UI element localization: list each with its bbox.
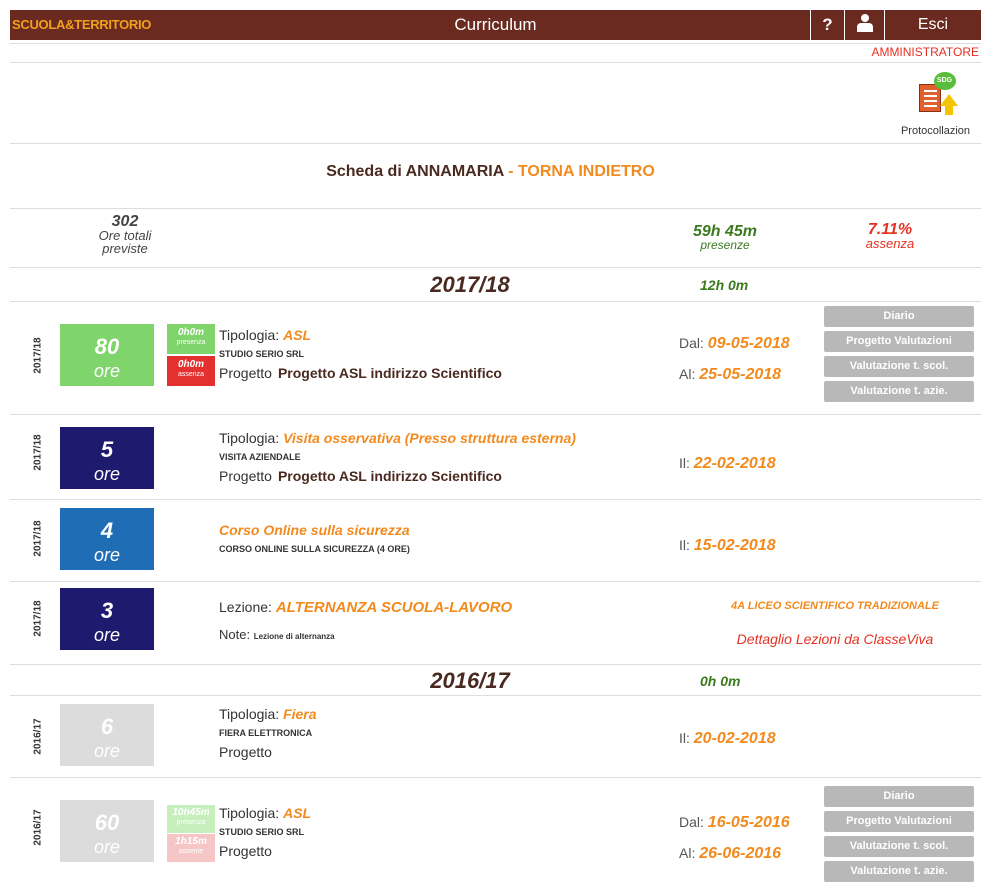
date-range: Dal: 09-05-2018 Al: 25-05-2018 bbox=[679, 335, 790, 383]
activity-info: Tipologia: ASL STUDIO SERIO SRL Progetto bbox=[219, 803, 679, 861]
user-role: AMMINISTRATORE bbox=[871, 45, 979, 59]
year-hours: 0h 0m bbox=[700, 673, 741, 689]
divider bbox=[10, 143, 981, 144]
top-bar: SCUOLA&TERRITORIO Curriculum ? Esci bbox=[10, 10, 981, 40]
lesson-name: ALTERNANZA SCUOLA-LAVORO bbox=[275, 599, 513, 616]
company-name: FIERA ELETTRONICA bbox=[219, 728, 313, 738]
activity-type: Fiera bbox=[283, 706, 317, 722]
activity-info: Tipologia: Visita osservativa (Presso st… bbox=[219, 428, 679, 486]
divider bbox=[10, 581, 981, 582]
company-tutor-evaluation-button[interactable]: Valutazione t. azie. bbox=[824, 861, 974, 882]
action-buttons: Diario Progetto Valutazioni Valutazione … bbox=[824, 306, 974, 406]
action-buttons: Diario Progetto Valutazioni Valutazione … bbox=[824, 786, 974, 886]
company-name: STUDIO SERIO SRL bbox=[219, 827, 305, 837]
page-title: Scheda di ANNAMARIA - TORNA INDIETRO bbox=[326, 163, 655, 180]
total-hours-summary: 302 Ore totali previste bbox=[98, 213, 152, 256]
course-name: Corso Online sulla sicurezza bbox=[219, 522, 410, 538]
class-name: 4A LICEO SCIENTIFICO TRADIZIONALE bbox=[731, 600, 939, 612]
lesson-note: Lezione di alternanza bbox=[253, 632, 335, 641]
divider bbox=[10, 301, 981, 302]
absence-badge: 1h15m assente bbox=[167, 834, 215, 862]
date-range: Dal: 16-05-2016 Al: 26-06-2016 bbox=[679, 814, 790, 862]
activity-date: Il: 15-02-2018 bbox=[679, 537, 776, 554]
activity-type: ASL bbox=[283, 327, 312, 343]
activity-type: ASL bbox=[283, 805, 312, 821]
company-name: STUDIO SERIO SRL bbox=[219, 349, 305, 359]
hours-box: 6 ore bbox=[60, 704, 154, 766]
divider bbox=[10, 777, 981, 778]
activity-date: Il: 20-02-2018 bbox=[679, 730, 776, 747]
presence-summary: 59h 45m presenze bbox=[692, 223, 758, 252]
back-link[interactable]: - TORNA INDIETRO bbox=[508, 163, 655, 180]
company-name: VISITA AZIENDALE bbox=[219, 452, 301, 462]
classeviva-details-link[interactable]: Dettaglio Lezioni da ClasseViva bbox=[700, 631, 970, 647]
hours-box: 60 ore bbox=[60, 800, 154, 862]
logout-button[interactable]: Esci bbox=[884, 10, 981, 40]
presence-badge: 0h0m presenza bbox=[167, 324, 215, 354]
divider bbox=[10, 43, 981, 44]
activity-info: Tipologia: ASL STUDIO SERIO SRL Progetto… bbox=[219, 325, 679, 383]
help-button[interactable]: ? bbox=[810, 10, 844, 40]
hours-box: 80 ore bbox=[60, 324, 154, 386]
divider bbox=[10, 62, 981, 63]
year-title: 2017/18 bbox=[430, 272, 510, 297]
diary-button[interactable]: Diario bbox=[824, 786, 974, 807]
year-hours: 12h 0m bbox=[700, 277, 749, 293]
project-name: Progetto ASL indirizzo Scientifico bbox=[277, 365, 502, 381]
activity-info: Lezione: ALTERNANZA SCUOLA-LAVORO Note: … bbox=[219, 599, 513, 642]
year-title: 2016/17 bbox=[430, 668, 510, 693]
divider bbox=[10, 499, 981, 500]
question-mark-icon: ? bbox=[822, 15, 833, 34]
user-profile-button[interactable] bbox=[844, 10, 884, 40]
school-tutor-evaluation-button[interactable]: Valutazione t. scol. bbox=[824, 356, 974, 377]
diary-button[interactable]: Diario bbox=[824, 306, 974, 327]
app-logo[interactable]: SCUOLA&TERRITORIO bbox=[10, 10, 151, 40]
protocol-button[interactable]: SDG Protocollazion bbox=[890, 72, 981, 137]
divider bbox=[10, 664, 981, 665]
company-tutor-evaluation-button[interactable]: Valutazione t. azie. bbox=[824, 381, 974, 402]
user-icon bbox=[856, 13, 874, 32]
course-description: CORSO ONLINE SULLA SICUREZZA (4 ORE) bbox=[219, 544, 410, 554]
presence-badge: 10h45m presenza bbox=[167, 805, 215, 833]
document-protocol-icon: SDG bbox=[916, 72, 958, 120]
activity-info: Tipologia: Fiera FIERA ELETTRONICA Proge… bbox=[219, 704, 679, 762]
project-evaluations-button[interactable]: Progetto Valutazioni bbox=[824, 331, 974, 352]
hours-box: 3 ore bbox=[60, 588, 154, 650]
hours-box: 4 ore bbox=[60, 508, 154, 570]
school-tutor-evaluation-button[interactable]: Valutazione t. scol. bbox=[824, 836, 974, 857]
absence-badge: 0h0m assenza bbox=[167, 356, 215, 386]
activity-type: Visita osservativa (Presso struttura est… bbox=[283, 430, 576, 446]
divider bbox=[10, 267, 981, 268]
project-name: Progetto ASL indirizzo Scientifico bbox=[277, 468, 502, 484]
activity-info: Corso Online sulla sicurezza CORSO ONLIN… bbox=[219, 520, 679, 558]
hours-box: 5 ore bbox=[60, 427, 154, 489]
protocol-label: Protocollazion bbox=[900, 125, 971, 137]
absence-summary: 7.11% assenza bbox=[865, 221, 915, 251]
project-evaluations-button[interactable]: Progetto Valutazioni bbox=[824, 811, 974, 832]
divider bbox=[10, 695, 981, 696]
divider bbox=[10, 414, 981, 415]
activity-date: Il: 22-02-2018 bbox=[679, 455, 776, 472]
divider bbox=[10, 208, 981, 209]
